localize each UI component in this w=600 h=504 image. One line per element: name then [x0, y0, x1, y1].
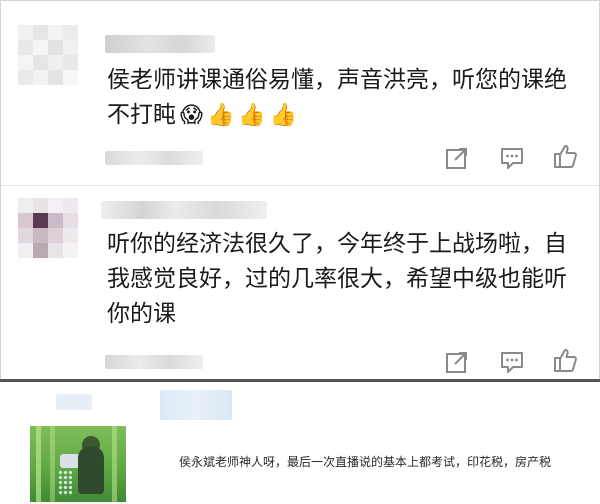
comment-text-body: 听你的经济法很久了，今年终于上战场啦，自我感觉良好，过的几率很大，希望中级也能听… — [107, 231, 567, 327]
comment-text: 听你的经济法很久了，今年终于上战场啦，自我感觉良好，过的几率很大，希望中级也能听… — [107, 227, 577, 332]
scream-emoji-icon: 😱 — [180, 103, 203, 128]
comment-text: 侯老师讲课通俗易懂，声音洪亮，听您的课绝不打盹 😱 👍 👍 👍 — [107, 63, 587, 133]
comment-item: 侯老师讲课通俗易懂，声音洪亮，听您的课绝不打盹 😱 👍 👍 👍 — [1, 1, 599, 185]
thumbs-up-emoji-icon: 👍 — [269, 103, 298, 128]
timestamp-blurred — [105, 151, 203, 165]
like-icon[interactable] — [552, 143, 578, 169]
comment-text-body: 侯老师讲课通俗易懂，声音洪亮，听您的课绝不打盹 — [107, 67, 567, 128]
avatar[interactable] — [18, 25, 78, 85]
share-icon[interactable] — [444, 145, 470, 171]
comment-item: 听你的经济法很久了，今年终于上战场啦，自我感觉良好，过的几率很大，希望中级也能听… — [1, 186, 599, 376]
username-blurred[interactable] — [105, 35, 215, 53]
post-thumbnail-image[interactable] — [30, 426, 126, 502]
share-icon[interactable] — [444, 349, 470, 375]
like-icon[interactable] — [552, 347, 578, 373]
thumbs-up-emoji-icon: 👍 — [238, 103, 266, 128]
reply-icon[interactable] — [499, 349, 525, 375]
post-caption: 侯永斌老师神人呀，最后一次直播说的基本上都考试，印花税，房产税 — [179, 455, 552, 469]
username-blurred[interactable] — [101, 201, 267, 219]
reply-icon[interactable] — [499, 145, 525, 171]
header-blurred — [160, 390, 232, 420]
post-snippet: 侯永斌老师神人呀，最后一次直播说的基本上都考试，印花税，房产税 — [0, 382, 600, 504]
comments-panel: 侯老师讲课通俗易懂，声音洪亮，听您的课绝不打盹 😱 👍 👍 👍 听你的经济法很久… — [0, 0, 600, 380]
timestamp-blurred — [105, 355, 203, 369]
thumbs-up-emoji-icon: 👍 — [206, 103, 235, 128]
avatar[interactable] — [18, 198, 78, 258]
username-blurred[interactable] — [56, 394, 92, 410]
